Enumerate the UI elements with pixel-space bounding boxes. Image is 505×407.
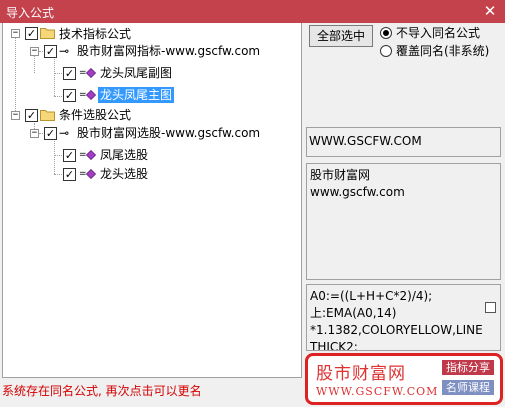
formula-item[interactable]: 凤尾选股 xyxy=(98,147,150,163)
gem-icon xyxy=(86,90,96,100)
select-all-button[interactable]: 全部选中 xyxy=(309,25,373,47)
item-checkbox[interactable]: ✓ xyxy=(63,89,76,102)
formula-code-box: A0:=((L+H+C*2)/4); 上:EMA(A0,14) *1.1382,… xyxy=(306,284,501,351)
tree-connector xyxy=(54,59,55,96)
code-line: 上:EMA(A0,14) xyxy=(310,306,397,320)
source-url: WWW.GSCFW.COM xyxy=(309,134,422,148)
title-bar: 导入公式 ✕ xyxy=(0,0,505,23)
window-title: 导入公式 xyxy=(6,6,55,20)
formula-tree[interactable]: − ✓ 技术指标公式 − ✓ ⊸ 股市财富网指标-www.gscfw.com ✓… xyxy=(2,23,302,378)
radio-overwrite-duplicates[interactable] xyxy=(380,45,392,57)
formula-item-selected[interactable]: 龙头凤尾主图 xyxy=(98,87,175,103)
group-checkbox[interactable]: ✓ xyxy=(25,27,38,40)
watermark-logo: 股市财富网 WWW.GSCFW.COM 指标分享 名师课程 xyxy=(305,353,503,405)
gem-icon xyxy=(86,150,96,160)
item-checkbox[interactable]: ✓ xyxy=(63,149,76,162)
expander-icon[interactable]: − xyxy=(11,111,20,120)
item-checkbox[interactable]: ✓ xyxy=(63,168,76,181)
source-checkbox[interactable]: ✓ xyxy=(44,127,57,140)
gem-icon xyxy=(86,68,96,78)
description-line: www.gscfw.com xyxy=(310,185,405,199)
watermark-en: WWW.GSCFW.COM xyxy=(316,385,439,398)
source-checkbox[interactable]: ✓ xyxy=(44,45,57,58)
description-box: 股市财富网 www.gscfw.com xyxy=(306,163,501,280)
code-line: *1.1382,COLORYELLOW,LINE xyxy=(310,323,483,337)
radio-skip-label[interactable]: 不导入同名公式 xyxy=(396,26,480,40)
watermark-tag: 名师课程 xyxy=(442,380,494,395)
description-line: 股市财富网 xyxy=(310,168,371,182)
formula-item[interactable]: 龙头选股 xyxy=(98,166,150,182)
source-url-box: WWW.GSCFW.COM xyxy=(306,127,501,157)
group-checkbox[interactable]: ✓ xyxy=(25,109,38,122)
source-label[interactable]: 股市财富网选股-www.gscfw.com xyxy=(75,125,262,141)
tree-connector xyxy=(54,141,55,174)
code-line: THICK2; xyxy=(310,340,358,351)
watermark-tag: 指标分享 xyxy=(442,360,494,375)
watermark-cn: 股市财富网 xyxy=(316,364,406,384)
code-checkbox[interactable] xyxy=(485,302,496,313)
key-icon: ⊸ xyxy=(59,44,70,58)
close-icon[interactable]: ✕ xyxy=(481,2,499,20)
formula-item[interactable]: 龙头凤尾副图 xyxy=(98,65,174,81)
status-message: 系统存在同名公式, 再次点击可以更名 xyxy=(2,384,202,398)
key-icon: ⊸ xyxy=(59,126,70,140)
expander-icon[interactable]: − xyxy=(30,47,39,56)
expander-icon[interactable]: − xyxy=(30,129,39,138)
folder-icon xyxy=(40,110,55,121)
item-checkbox[interactable]: ✓ xyxy=(63,67,76,80)
radio-overwrite-label[interactable]: 覆盖同名(非系统) xyxy=(396,44,489,58)
group-label[interactable]: 技术指标公式 xyxy=(57,26,133,42)
expander-icon[interactable]: − xyxy=(11,29,20,38)
gem-icon xyxy=(86,169,96,179)
folder-icon xyxy=(40,28,55,39)
group-label[interactable]: 条件选股公式 xyxy=(57,107,133,123)
radio-skip-duplicates[interactable] xyxy=(380,27,392,39)
source-label[interactable]: 股市财富网指标-www.gscfw.com xyxy=(75,43,262,59)
tree-connector xyxy=(34,55,35,73)
code-line: A0:=((L+H+C*2)/4); xyxy=(310,289,433,303)
tree-connector xyxy=(15,35,16,117)
